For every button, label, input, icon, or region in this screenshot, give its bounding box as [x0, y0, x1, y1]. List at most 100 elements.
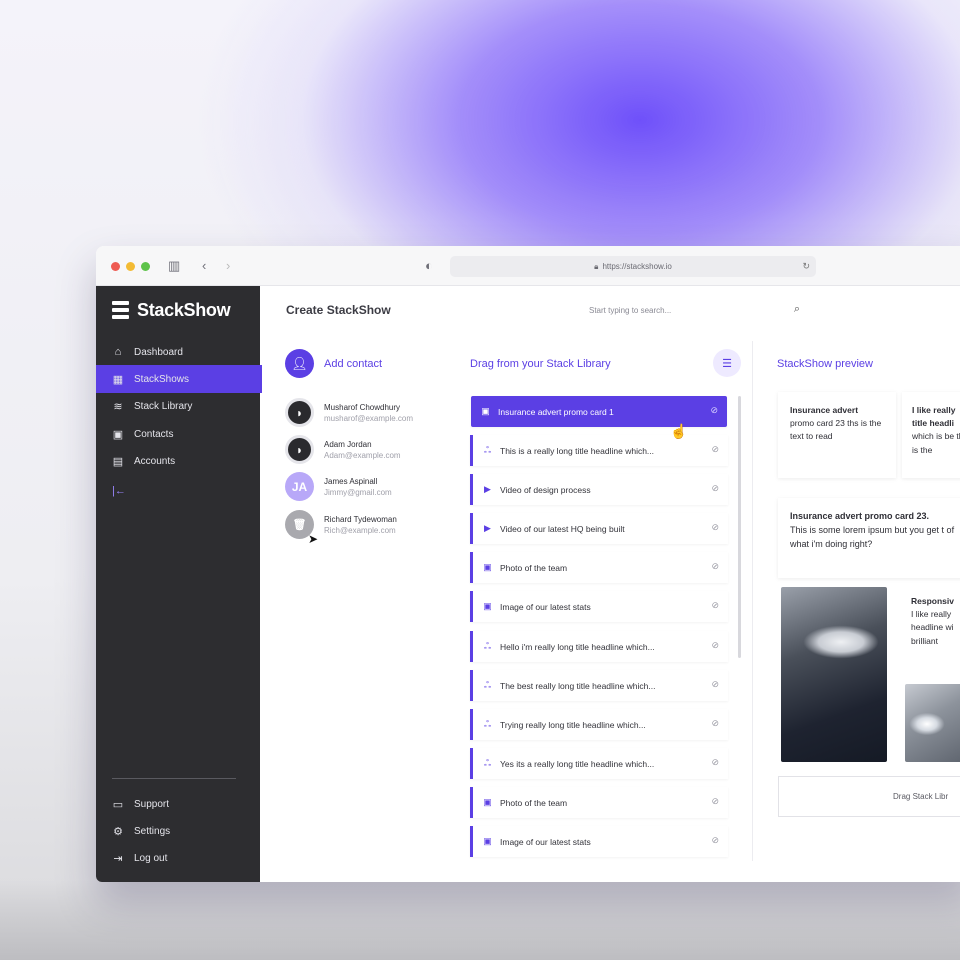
contact-item[interactable]: ◗ Musharof Chowdhury musharof@example.co… — [285, 398, 413, 427]
hide-icon[interactable]: ⊘ — [711, 522, 719, 533]
home-icon: ⌂ — [114, 346, 122, 358]
sidebar-item-support[interactable]: ▭ Support — [96, 790, 260, 818]
contact-name: James Aspinall — [324, 476, 378, 486]
library-item[interactable]: ▶ Video of our latest HQ being built ⊘ — [470, 513, 728, 544]
close-window-button[interactable] — [111, 262, 120, 271]
library-item[interactable]: ஃ Yes its a really long title headline w… — [470, 748, 728, 779]
grid-icon: ▦ — [112, 373, 124, 386]
sidebar-item-stackshows[interactable]: ▦ StackShows — [96, 365, 262, 393]
library-item-label: Image of our latest stats — [500, 836, 591, 847]
add-contact-label: Add contact — [324, 357, 383, 370]
library-item-label: The best really long title headline whic… — [500, 680, 656, 691]
drag-drop-zone[interactable]: Drag Stack Libr — [778, 776, 960, 817]
people-icon: ஃ — [483, 718, 492, 729]
app-logo[interactable]: StackShow — [112, 300, 231, 321]
drag-hint: Drag Stack Libr — [893, 792, 949, 801]
video-icon: ▶ — [484, 523, 491, 533]
library-item[interactable]: ஃ Trying really long title headline whic… — [470, 709, 728, 740]
filter-list-icon[interactable]: ☰ — [713, 349, 741, 377]
add-contact-button[interactable]: 👤︎ Add contact — [285, 349, 382, 378]
sidebar-item-logout[interactable]: ⇥ Log out — [96, 844, 260, 872]
card-heading: Insurance advert promo card 23. — [790, 511, 930, 521]
browser-titlebar: ▥ ‹ › ◐ 🔒︎ https://stackshow.io ↻ — [96, 246, 960, 286]
sidebar-divider — [112, 778, 236, 779]
contact-item[interactable]: ◗ Adam Jordan Adam@example.com — [285, 435, 401, 464]
sidebar-item-settings[interactable]: ⚙ Settings — [96, 817, 260, 845]
contact-item[interactable]: JA James Aspinall Jimmy@gmail.com — [285, 472, 392, 501]
car-photo-card[interactable] — [905, 684, 960, 762]
preview-card[interactable]: Insurance advert promo card 23. This is … — [778, 498, 960, 578]
sidebar-item-dashboard[interactable]: ⌂ Dashboard — [96, 338, 260, 366]
grab-cursor-icon: ☝ — [670, 423, 688, 439]
address-bar[interactable]: 🔒︎ https://stackshow.io ↻ — [450, 256, 816, 277]
sidebar-item-contacts[interactable]: ▣ Contacts — [96, 420, 260, 448]
library-title: Drag from your Stack Library — [470, 358, 611, 370]
image-card-icon: ▣ — [483, 836, 492, 846]
forward-icon[interactable]: › — [226, 258, 230, 273]
preview-card[interactable]: I like really title headli which is be t… — [902, 392, 960, 478]
collapse-sidebar-icon[interactable]: |← — [112, 485, 126, 497]
app-name: StackShow — [137, 300, 231, 320]
hide-icon[interactable]: ⊘ — [711, 796, 719, 807]
hide-icon[interactable]: ⊘ — [711, 835, 719, 846]
card-text: I like really headline wi brilliant — [911, 609, 954, 646]
hide-icon[interactable]: ⊘ — [711, 483, 719, 494]
hide-icon[interactable]: ⊘ — [711, 444, 719, 455]
maximize-window-button[interactable] — [141, 262, 150, 271]
mouse-pointer-icon: ➤ — [308, 532, 319, 546]
library-item[interactable]: ▣ Photo of the team ⊘ — [470, 787, 728, 818]
video-icon: ▶ — [484, 484, 491, 494]
contact-item[interactable]: 🗑︎ Richard Tydewoman Rich@example.com — [285, 510, 397, 539]
library-item[interactable]: ▶ Video of design process ⊘ — [470, 474, 728, 505]
sidebar-toggle-icon[interactable]: ▥ — [168, 258, 180, 274]
minimize-window-button[interactable] — [126, 262, 135, 271]
reload-icon[interactable]: ↻ — [802, 261, 810, 272]
hide-icon[interactable]: ⊘ — [711, 600, 719, 611]
library-item-label: Photo of the team — [500, 797, 568, 808]
sidebar: StackShow ⌂ Dashboard ▦ StackShows ≋ Sta… — [96, 286, 262, 882]
hide-icon[interactable]: ⊘ — [711, 640, 719, 651]
sidebar-item-label: Stack Library — [134, 400, 193, 412]
library-item-label: Photo of the team — [500, 562, 568, 573]
search-input[interactable]: Start typing to search... ⌕ — [584, 298, 806, 322]
hide-icon[interactable]: ⊘ — [711, 757, 719, 768]
avatar: ◗ — [285, 435, 314, 464]
people-icon: ஃ — [483, 640, 492, 651]
sidebar-item-accounts[interactable]: ▤ Accounts — [96, 447, 260, 475]
library-item-label: Trying really long title headline which.… — [500, 719, 646, 730]
page-title: Create StackShow — [286, 303, 391, 317]
card-heading: Responsiv — [911, 596, 954, 606]
hide-icon[interactable]: ⊘ — [710, 405, 718, 416]
avatar: JA — [285, 472, 314, 501]
lock-icon: 🔒︎ — [594, 261, 599, 271]
card-text: which is be this is the — [912, 431, 960, 455]
library-item[interactable]: ஃ The best really long title headline wh… — [470, 670, 728, 701]
contact-email: Rich@example.com — [324, 525, 396, 535]
preview-card[interactable]: Insurance advert promo card 23 ths is th… — [778, 392, 896, 478]
car-photo-card[interactable] — [781, 587, 887, 762]
library-item[interactable]: ▣ Photo of the team ⊘ — [470, 552, 728, 583]
library-item[interactable]: ஃ This is a really long title headline w… — [470, 435, 728, 466]
preview-title: StackShow preview — [777, 358, 873, 370]
library-scrollbar[interactable] — [738, 396, 741, 658]
privacy-shield-icon[interactable]: ◐ — [425, 258, 433, 273]
sidebar-item-label: Support — [134, 798, 170, 810]
people-icon: ஃ — [483, 679, 492, 690]
hide-icon[interactable]: ⊘ — [711, 679, 719, 690]
contact-name: Adam Jordan — [324, 439, 372, 449]
search-icon[interactable]: ⌕ — [794, 303, 800, 316]
library-item[interactable]: ▣ Image of our latest stats ⊘ — [470, 826, 728, 857]
library-item[interactable]: ஃ Hello i'm really long title headline w… — [470, 631, 728, 662]
preview-card[interactable]: Responsiv I like really headline wi bril… — [899, 587, 960, 677]
hide-icon[interactable]: ⊘ — [711, 718, 719, 729]
column-divider — [752, 341, 753, 861]
contact-name: Richard Tydewoman — [324, 514, 397, 524]
hide-icon[interactable]: ⊘ — [711, 561, 719, 572]
back-icon[interactable]: ‹ — [202, 258, 206, 273]
library-item[interactable]: ▣ Insurance advert promo card 1 ⊘ — [471, 396, 727, 427]
library-item[interactable]: ▣ Image of our latest stats ⊘ — [470, 591, 728, 622]
image-card-icon: ▣ — [483, 601, 492, 611]
browser-window: ▥ ‹ › ◐ 🔒︎ https://stackshow.io ↻ StackS… — [96, 246, 960, 882]
card-text: This is some lorem ipsum but you get t o… — [790, 524, 955, 549]
sidebar-item-stack-library[interactable]: ≋ Stack Library — [96, 392, 260, 420]
